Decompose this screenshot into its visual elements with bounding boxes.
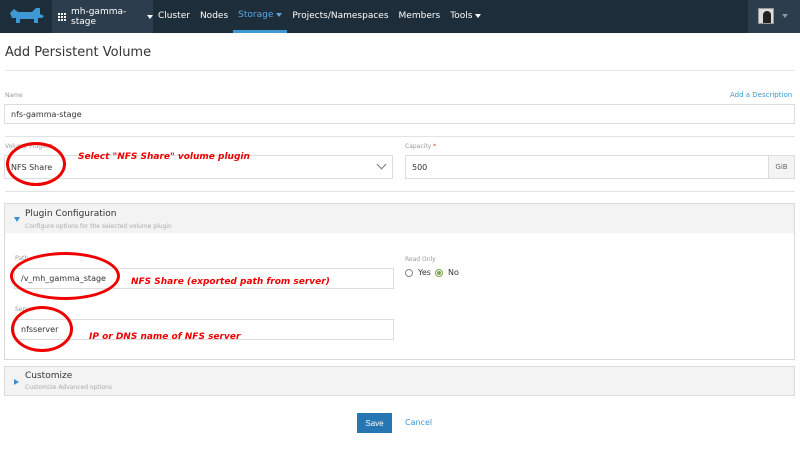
cluster-name: mh-gamma-stage bbox=[71, 6, 127, 27]
nav-tools[interactable]: Tools bbox=[445, 0, 486, 33]
name-input[interactable]: nfs-gamma-stage bbox=[4, 104, 795, 124]
chevron-down-icon bbox=[276, 12, 283, 17]
read-only-no-radio[interactable] bbox=[435, 269, 443, 277]
top-navigation-bar: mh-gamma-stage Cluster Nodes Storage Pro… bbox=[0, 0, 800, 33]
nav-projects-namespaces[interactable]: Projects/Namespaces bbox=[287, 0, 393, 33]
annotation-path: NFS Share (exported path from server) bbox=[131, 277, 330, 287]
capacity-unit: GiB bbox=[768, 155, 795, 179]
main-nav: Cluster Nodes Storage Projects/Namespace… bbox=[153, 0, 486, 33]
avatar bbox=[758, 8, 774, 24]
nav-cluster[interactable]: Cluster bbox=[153, 0, 195, 33]
capacity-input[interactable]: 500 bbox=[405, 155, 769, 179]
plugin-configuration-subtitle: Configure options for the selected volum… bbox=[25, 223, 172, 230]
rancher-logo-icon[interactable] bbox=[4, 4, 48, 28]
name-label: Name bbox=[5, 92, 23, 99]
chevron-down-icon bbox=[475, 13, 482, 18]
divider bbox=[5, 70, 795, 71]
customize-title: Customize bbox=[25, 371, 73, 381]
annotation-circle-path bbox=[10, 252, 120, 300]
caret-down-icon bbox=[14, 217, 20, 222]
annotation-server: IP or DNS name of NFS server bbox=[89, 332, 241, 342]
plugin-configuration-header[interactable]: Plugin Configuration Configure options f… bbox=[5, 204, 794, 233]
cancel-button[interactable]: Cancel bbox=[405, 418, 432, 427]
annotation-circle-server bbox=[11, 306, 73, 352]
page-title: Add Persistent Volume bbox=[5, 45, 152, 60]
read-only-yes-radio[interactable] bbox=[405, 269, 413, 277]
customize-panel[interactable]: Customize Customize Advanced options bbox=[4, 366, 795, 396]
divider bbox=[5, 191, 795, 192]
plugin-configuration-title: Plugin Configuration bbox=[25, 209, 117, 219]
chevron-down-icon bbox=[782, 14, 788, 18]
capacity-label: Capacity * bbox=[405, 143, 437, 150]
read-only-yes-label[interactable]: Yes bbox=[418, 268, 431, 277]
cluster-grid-icon bbox=[58, 12, 66, 21]
save-button[interactable]: Save bbox=[357, 413, 392, 433]
user-menu[interactable] bbox=[748, 0, 800, 33]
customize-subtitle: Customize Advanced options bbox=[25, 384, 113, 391]
read-only-no-label[interactable]: No bbox=[448, 268, 459, 277]
cluster-switcher[interactable]: mh-gamma-stage bbox=[52, 0, 153, 33]
nav-storage[interactable]: Storage bbox=[233, 0, 288, 33]
nav-nodes[interactable]: Nodes bbox=[195, 0, 233, 33]
annotation-circle-plugin bbox=[6, 142, 66, 186]
nav-members[interactable]: Members bbox=[394, 0, 446, 33]
annotation-plugin: Select "NFS Share" volume plugin bbox=[78, 152, 250, 162]
divider bbox=[5, 136, 795, 137]
caret-right-icon bbox=[14, 379, 19, 385]
read-only-label: Read Only bbox=[405, 256, 436, 263]
add-description-link[interactable]: Add a Description bbox=[730, 91, 792, 99]
